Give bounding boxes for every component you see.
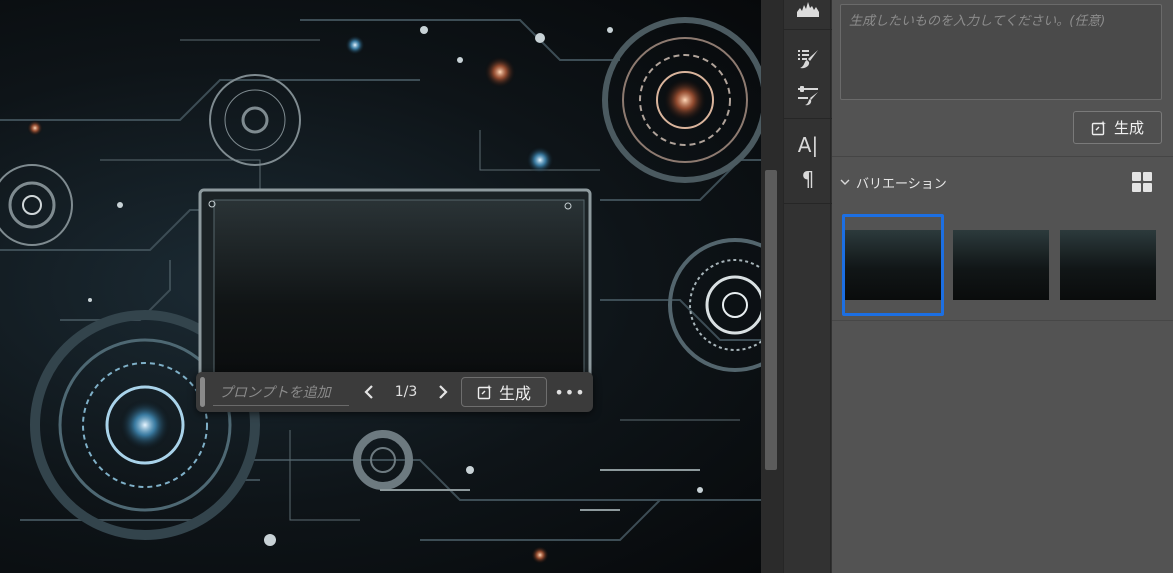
brush-settings-button[interactable]	[784, 44, 832, 74]
section-divider	[832, 156, 1173, 157]
variation-thumbnail-3[interactable]	[1060, 230, 1156, 300]
contextual-task-bar: プロンプトを追加 1/3 生成 •••	[196, 372, 593, 412]
character-icon: A|	[797, 133, 819, 157]
panel-generate-label: 生成	[1113, 119, 1144, 137]
character-button[interactable]: A|	[784, 130, 832, 160]
generate-icon	[1091, 120, 1106, 135]
brush-settings-icon	[798, 50, 818, 69]
chevron-left-icon	[364, 385, 373, 399]
variation-counter: 1/3	[394, 384, 418, 400]
scrollbar-thumb[interactable]	[765, 170, 777, 470]
grid-view-button[interactable]	[1131, 171, 1153, 193]
prompt-textarea[interactable]: 生成したいものを入力してください。(任意)	[840, 4, 1162, 100]
grid-view-icon	[1132, 172, 1152, 192]
variation-thumbnails	[842, 214, 1162, 316]
variations-label: バリエーション	[856, 176, 947, 192]
document-canvas[interactable]: プロンプトを追加 1/3 生成 •••	[0, 0, 761, 573]
next-variation-button[interactable]	[431, 378, 455, 406]
section-divider	[832, 320, 1173, 321]
chevron-right-icon	[439, 385, 448, 399]
drag-handle[interactable]	[200, 377, 205, 407]
more-options-button[interactable]: •••	[554, 378, 584, 406]
panel-generate-button[interactable]: 生成	[1073, 111, 1162, 144]
generate-label: 生成	[498, 384, 531, 403]
generate-icon	[477, 384, 492, 400]
canvas-vertical-scrollbar[interactable]	[761, 0, 783, 573]
chevron-down-icon	[840, 179, 850, 185]
paragraph-icon: ¶	[801, 167, 815, 191]
previous-variation-button[interactable]	[357, 378, 381, 406]
generative-fill-panel: 生成したいものを入力してください。(任意) 生成 バリエーション	[832, 0, 1173, 573]
paragraph-button[interactable]: ¶	[784, 164, 832, 194]
generate-button[interactable]: 生成	[461, 377, 547, 407]
canvas-artwork	[0, 17, 761, 564]
prompt-input[interactable]: プロンプトを追加	[213, 378, 349, 406]
adjustments-button[interactable]	[784, 80, 832, 110]
histogram-button[interactable]	[784, 0, 832, 24]
histogram-icon	[797, 2, 819, 17]
variations-section-toggle[interactable]: バリエーション	[840, 172, 947, 192]
variation-thumbnail-2[interactable]	[953, 230, 1049, 300]
selected-variation-highlight	[842, 214, 944, 316]
panel-icon-strip: A| ¶	[783, 0, 832, 573]
adjustments-icon	[798, 86, 818, 106]
